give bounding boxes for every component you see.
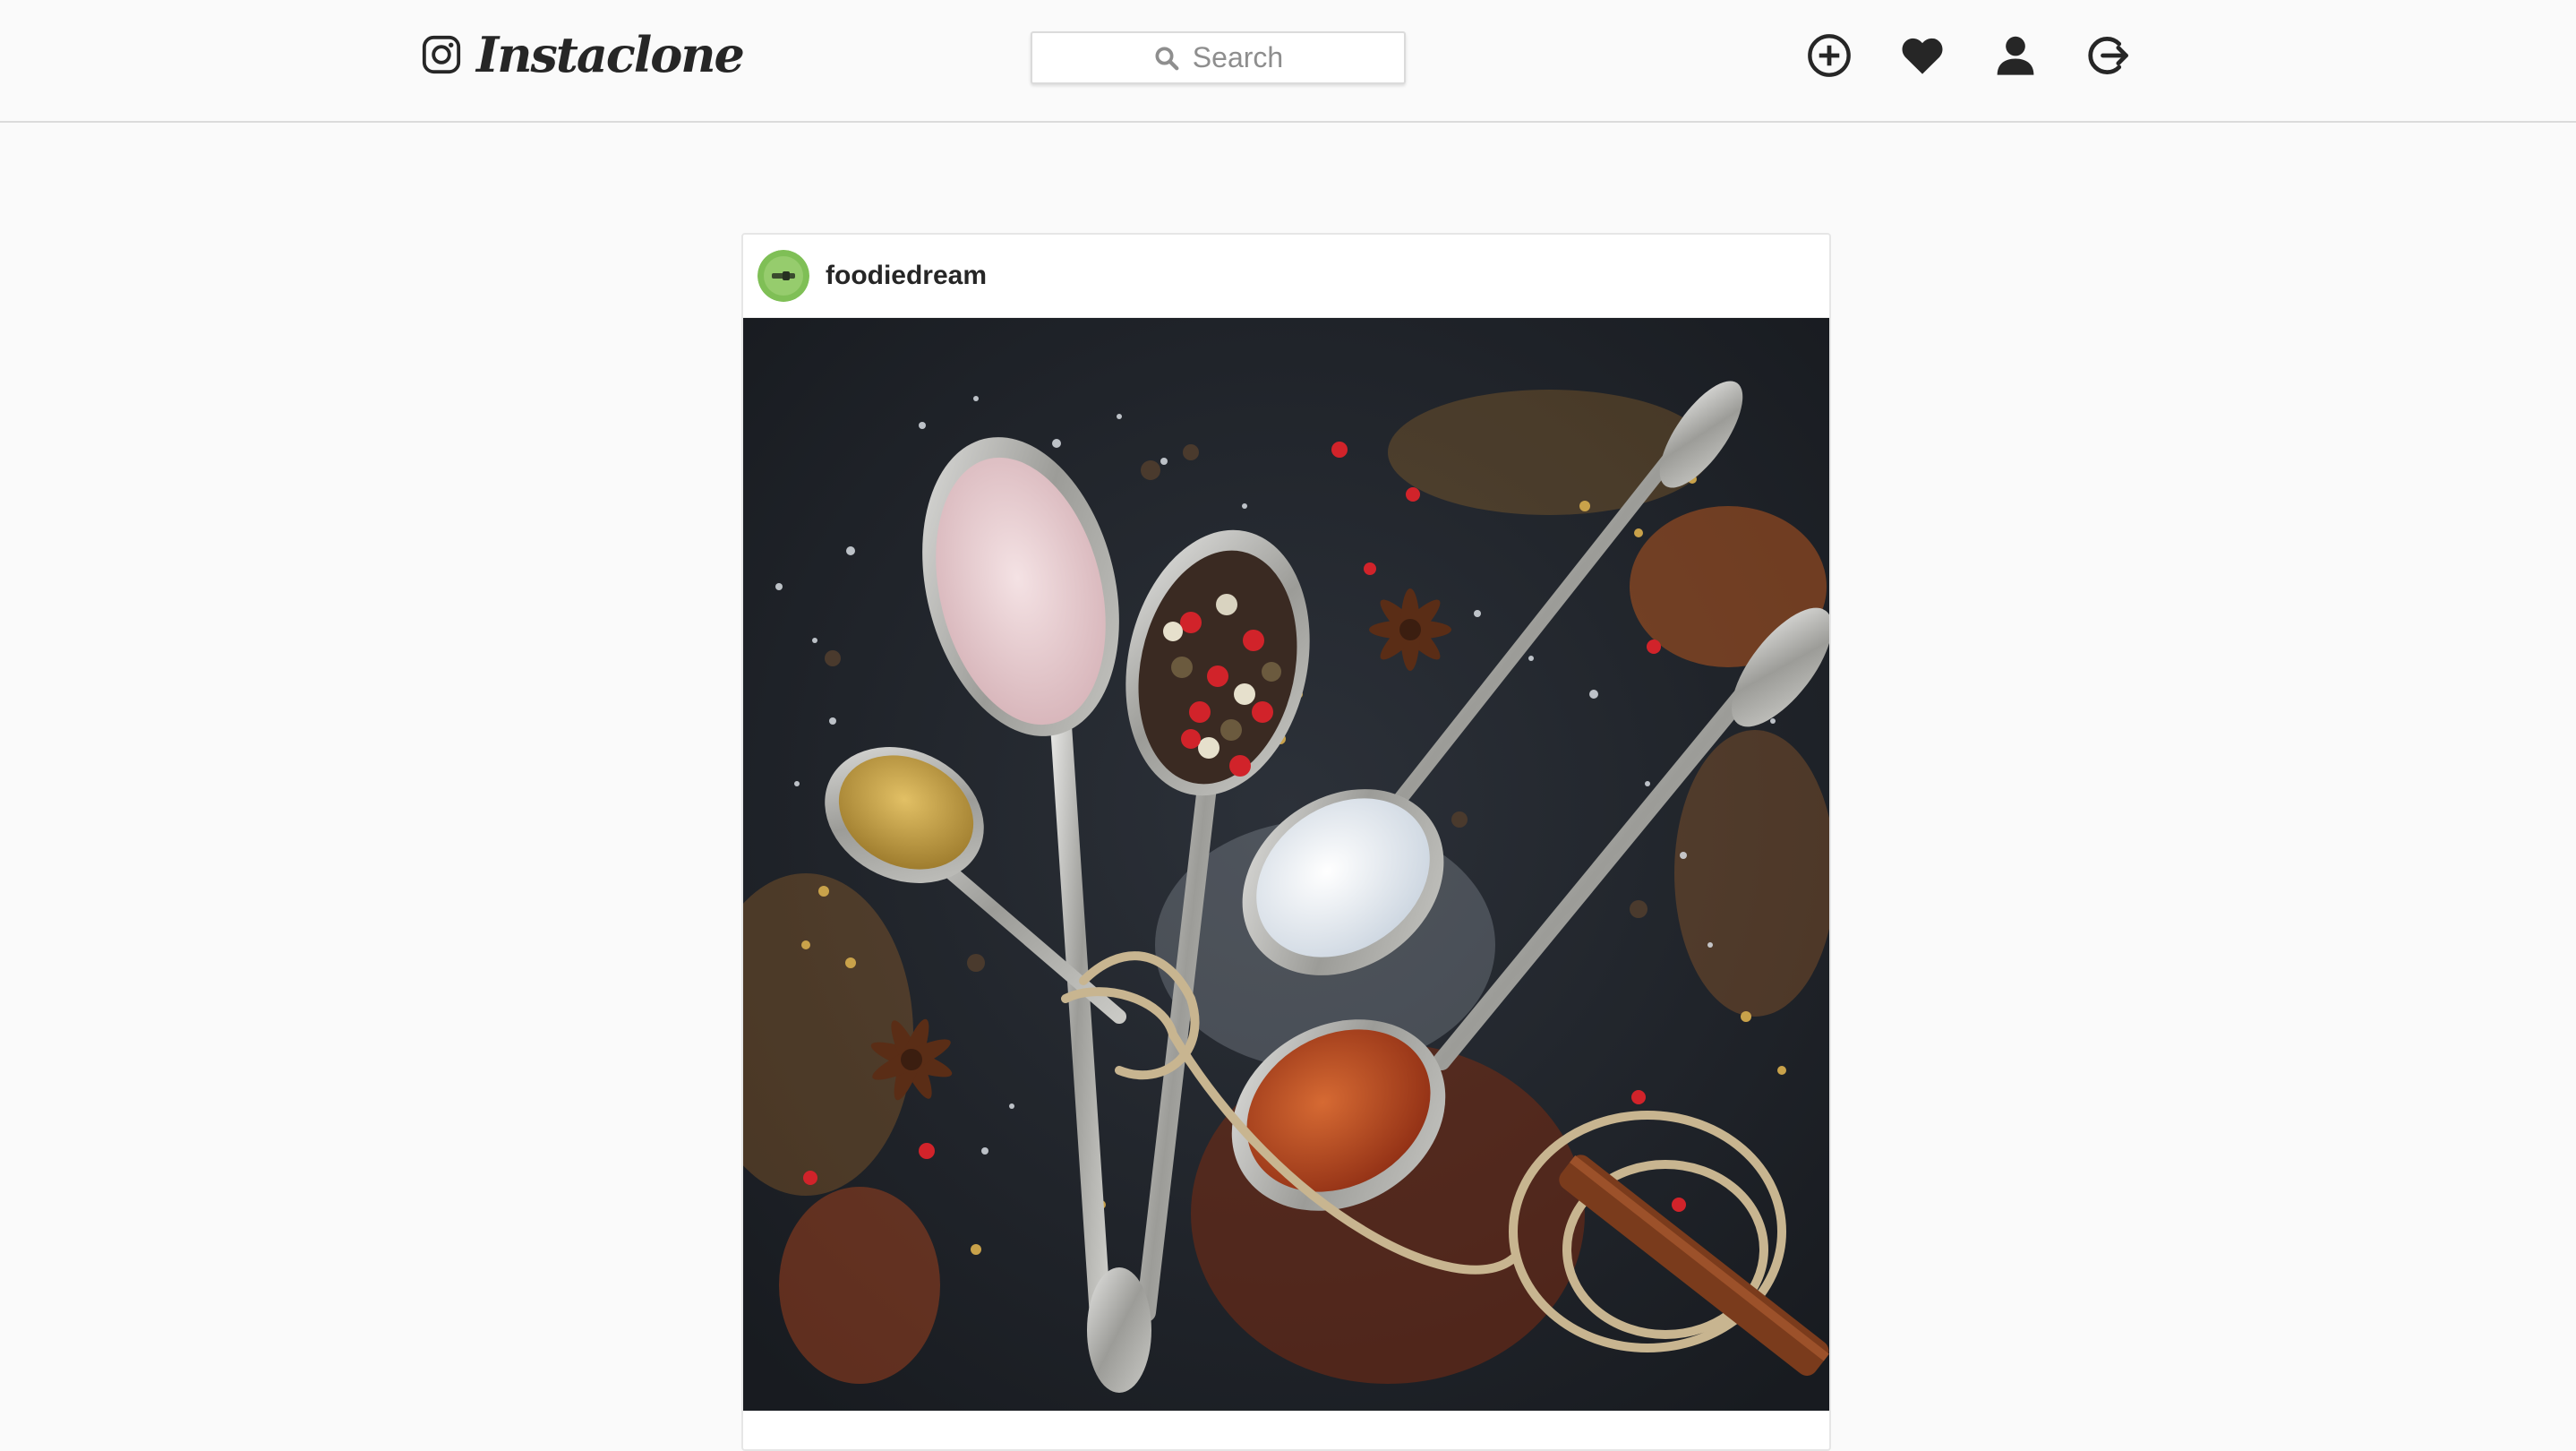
post-card: foodiedream <box>741 233 1831 1451</box>
add-post-icon <box>1808 34 1851 77</box>
add-post-button[interactable] <box>1801 29 1857 82</box>
post-header: foodiedream <box>743 235 1829 318</box>
avatar[interactable] <box>757 250 809 302</box>
post-photo[interactable] <box>743 318 1831 1411</box>
top-navbar: Instaclone Search <box>0 0 2576 123</box>
activity-button[interactable] <box>1895 29 1950 82</box>
search-input[interactable]: Search <box>1031 31 1406 84</box>
brand-logo[interactable]: Instaclone <box>421 26 745 83</box>
post-username[interactable]: foodiedream <box>826 261 987 291</box>
heart-icon <box>1902 38 1943 74</box>
instagram-camera-icon <box>422 35 461 74</box>
profile-icon <box>1997 36 2034 75</box>
profile-button[interactable] <box>1988 29 2043 82</box>
search-icon <box>1155 47 1179 70</box>
logout-button[interactable] <box>2081 29 2136 82</box>
search-placeholder: Search <box>1192 41 1284 73</box>
brand-name: Instaclone <box>476 26 745 83</box>
logout-icon <box>2088 37 2128 74</box>
